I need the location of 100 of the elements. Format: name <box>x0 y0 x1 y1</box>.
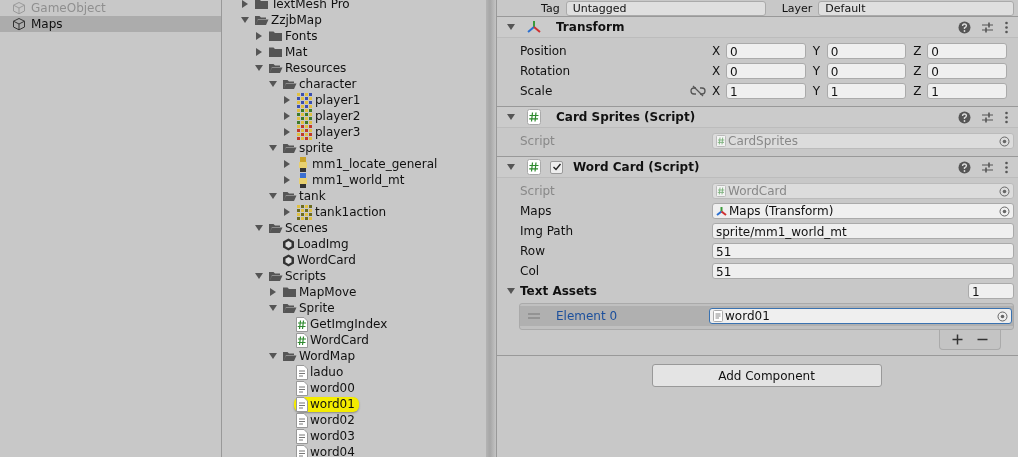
collapse-arrow-icon[interactable] <box>506 162 516 172</box>
text-file-icon <box>296 364 308 380</box>
more-menu-icon[interactable] <box>1004 160 1009 174</box>
asset-item[interactable]: player1 <box>294 92 365 108</box>
asset-item[interactable]: word00 <box>294 380 359 396</box>
collapse-arrow-icon[interactable] <box>240 15 250 25</box>
asset-item[interactable]: LoadImg <box>280 236 353 252</box>
asset-item[interactable]: Scenes <box>266 220 332 236</box>
asset-item[interactable]: character <box>280 76 361 92</box>
asset-item[interactable]: MapMove <box>280 284 361 300</box>
scene-icon <box>282 253 295 267</box>
collapse-arrow-icon[interactable] <box>268 191 278 201</box>
text-file-icon <box>296 380 308 396</box>
number-field[interactable]: 0 <box>726 43 806 59</box>
add-icon[interactable] <box>952 334 963 345</box>
hierarchy-item[interactable]: Maps <box>0 16 221 32</box>
expand-arrow-icon[interactable] <box>282 127 292 137</box>
open-folder-icon <box>282 78 297 90</box>
collapse-arrow-icon[interactable] <box>268 79 278 89</box>
asset-item[interactable]: word01 <box>294 396 359 412</box>
collapse-arrow-icon[interactable] <box>254 63 264 73</box>
asset-item[interactable]: mm1_world_mt <box>294 172 409 188</box>
size-field[interactable]: 1 <box>968 283 1014 299</box>
settings-sliders-icon[interactable] <box>981 110 994 124</box>
list-element-row[interactable]: Element 0 word01 <box>520 306 1013 326</box>
text-field[interactable]: sprite/mm1_world_mt <box>712 223 1014 239</box>
expand-arrow-icon[interactable] <box>282 175 292 185</box>
component-header[interactable]: Word Card (Script) <box>497 157 1018 178</box>
number-field[interactable]: 1 <box>826 83 907 99</box>
collapse-arrow-icon[interactable] <box>506 22 516 32</box>
tag-dropdown[interactable]: Untagged <box>565 0 766 16</box>
expand-arrow-icon[interactable] <box>282 159 292 169</box>
expand-arrow-icon[interactable] <box>282 207 292 217</box>
expand-arrow-icon[interactable] <box>254 31 264 41</box>
text-file-icon <box>296 396 308 412</box>
asset-item[interactable]: Resources <box>266 60 351 76</box>
drag-handle-icon[interactable] <box>528 313 540 319</box>
number-field[interactable]: 0 <box>927 63 1007 79</box>
asset-item[interactable]: tank1action <box>294 204 391 220</box>
collapse-arrow-icon[interactable] <box>506 112 516 122</box>
collapse-arrow-icon[interactable] <box>268 303 278 313</box>
collapse-arrow-icon[interactable] <box>506 286 516 296</box>
number-field[interactable]: 0 <box>927 43 1007 59</box>
asset-item[interactable]: laduo <box>294 364 348 380</box>
text-field[interactable]: 51 <box>712 243 1014 259</box>
number-field[interactable]: 0 <box>726 63 806 79</box>
object-field[interactable]: word01 <box>709 308 1012 324</box>
layer-label: Layer <box>781 1 813 15</box>
broken-link-icon[interactable] <box>690 85 706 97</box>
asset-item[interactable]: WordCard <box>294 332 373 348</box>
enabled-checkbox[interactable] <box>550 160 563 174</box>
asset-item[interactable]: Fonts <box>266 28 322 44</box>
object-field[interactable]: Maps (Transform) <box>712 203 1014 219</box>
asset-item[interactable]: word04 <box>294 444 359 457</box>
expand-arrow-icon[interactable] <box>240 0 250 9</box>
asset-item[interactable]: WordMap <box>280 348 360 364</box>
asset-item[interactable]: Scripts <box>266 268 331 284</box>
asset-item[interactable]: Mat <box>266 44 312 60</box>
asset-item[interactable]: mm1_locate_general <box>294 156 442 172</box>
help-icon[interactable] <box>958 20 971 34</box>
number-field[interactable]: 1 <box>927 83 1007 99</box>
asset-item[interactable]: player2 <box>294 108 365 124</box>
asset-item[interactable]: tank <box>280 188 330 204</box>
expand-arrow-icon[interactable] <box>254 47 264 57</box>
open-folder-icon <box>254 14 269 26</box>
script-icon <box>716 185 726 197</box>
asset-item[interactable]: word02 <box>294 412 359 428</box>
help-icon[interactable] <box>958 110 971 124</box>
number-field[interactable]: 1 <box>726 83 806 99</box>
text-field[interactable]: 51 <box>712 263 1014 279</box>
component-header[interactable]: Card Sprites (Script) <box>497 107 1018 128</box>
list-label: Text Assets <box>519 284 598 298</box>
field-label: Scale <box>519 84 554 98</box>
collapse-arrow-icon[interactable] <box>268 351 278 361</box>
expand-arrow-icon[interactable] <box>282 111 292 121</box>
object-picker-icon[interactable] <box>997 310 1008 322</box>
help-icon[interactable] <box>958 160 971 174</box>
asset-item[interactable]: GetImgIndex <box>294 316 392 332</box>
asset-item[interactable]: ZzjbMap <box>252 12 326 28</box>
collapse-arrow-icon[interactable] <box>254 271 264 281</box>
settings-sliders-icon[interactable] <box>981 20 994 34</box>
more-menu-icon[interactable] <box>1004 110 1009 124</box>
add-component-button[interactable]: Add Component <box>651 364 882 387</box>
collapse-arrow-icon[interactable] <box>254 223 264 233</box>
asset-item[interactable]: Sprite <box>280 300 339 316</box>
axis-label: X <box>712 84 722 98</box>
script-icon <box>527 159 541 175</box>
asset-item[interactable]: sprite <box>280 140 338 156</box>
asset-item[interactable]: WordCard <box>280 252 360 268</box>
settings-sliders-icon[interactable] <box>981 160 994 174</box>
more-menu-icon[interactable] <box>1004 20 1009 34</box>
collapse-arrow-icon[interactable] <box>268 143 278 153</box>
number-field[interactable]: 0 <box>826 63 907 79</box>
layer-dropdown[interactable]: Default <box>818 0 1014 16</box>
asset-item[interactable]: player3 <box>294 124 365 140</box>
asset-item[interactable]: word03 <box>294 428 359 444</box>
expand-arrow-icon[interactable] <box>268 287 278 297</box>
number-field[interactable]: 0 <box>826 43 907 59</box>
expand-arrow-icon[interactable] <box>282 95 292 105</box>
object-picker-icon[interactable] <box>999 205 1010 217</box>
